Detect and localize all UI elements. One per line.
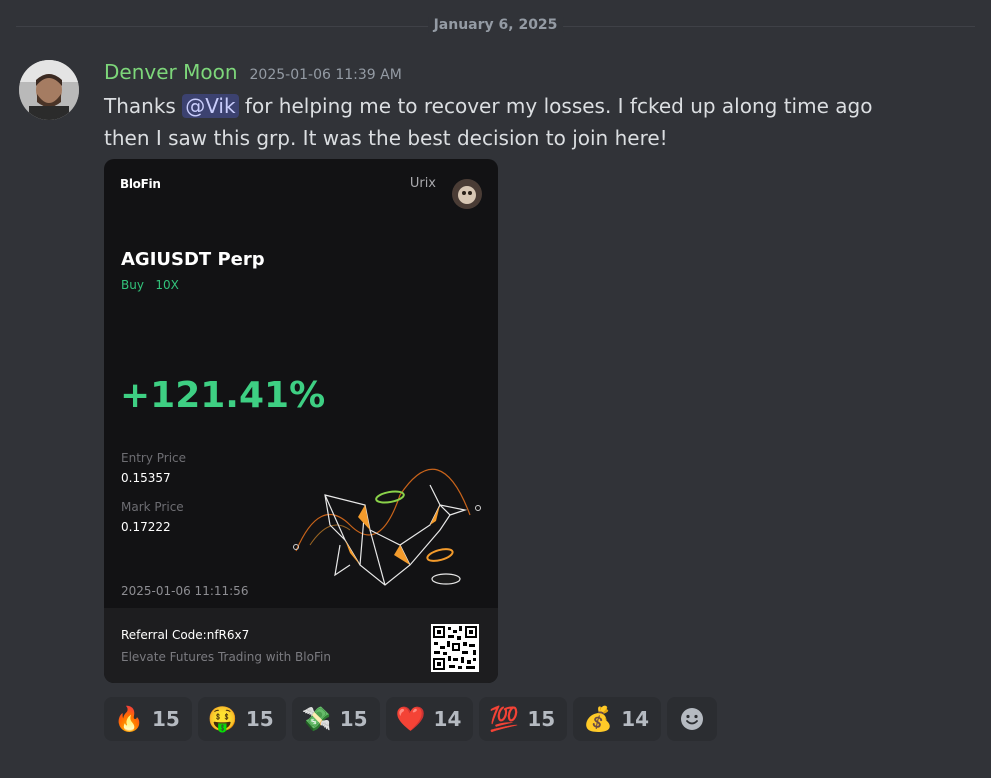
- qr-code: [431, 624, 479, 672]
- reaction-money-bag[interactable]: 💰 14: [573, 697, 662, 741]
- fire-icon: 🔥: [114, 705, 144, 733]
- message-content: Thanks @Vik for helping me to recover my…: [104, 90, 904, 154]
- reaction-money-mouth[interactable]: 🤑 15: [197, 697, 286, 741]
- reaction-money-wings[interactable]: 💸 15: [291, 697, 380, 741]
- red-heart-icon: ❤️: [395, 705, 426, 733]
- message-text-before: Thanks: [104, 94, 183, 118]
- mark-price-label: Mark Price: [121, 500, 184, 514]
- reaction-count: 15: [245, 707, 274, 731]
- add-reaction-button[interactable]: [667, 697, 718, 741]
- reaction-fire[interactable]: 🔥 15: [104, 697, 192, 741]
- reactions-bar: 🔥 15 🤑 15 💸 15 ❤️ 14 💯 15 💰 14: [104, 697, 723, 741]
- message-timestamp: 2025-01-06 11:39 AM: [249, 67, 402, 83]
- money-bag-icon: 💰: [583, 705, 614, 733]
- money-with-wings-icon: 💸: [301, 705, 332, 733]
- reaction-heart[interactable]: ❤️ 14: [385, 697, 474, 741]
- reaction-count: 15: [152, 707, 180, 731]
- whale-illustration: [293, 468, 481, 586]
- trade-card-image[interactable]: BloFin Urix AGIUSDT Perp Buy 10X +121.41…: [104, 159, 498, 683]
- entry-price-value: 0.15357: [121, 471, 171, 485]
- card-avatar: [452, 179, 482, 209]
- reaction-count: 14: [433, 707, 462, 731]
- card-timestamp: 2025-01-06 11:11:56: [121, 584, 249, 598]
- date-divider-label: January 6, 2025: [427, 17, 564, 33]
- entry-price-label: Entry Price: [121, 451, 187, 465]
- reaction-count: 15: [527, 707, 556, 731]
- side-label: Buy: [121, 278, 144, 292]
- money-mouth-face-icon: 🤑: [207, 705, 238, 733]
- pnl-percentage: +121.41%: [120, 375, 326, 416]
- user-mention[interactable]: @Vik: [182, 94, 239, 118]
- brand-logo: BloFin: [120, 177, 161, 191]
- reaction-hundred[interactable]: 💯 15: [479, 697, 568, 741]
- leverage-label: 10X: [155, 278, 179, 292]
- trading-pair: AGIUSDT Perp: [121, 249, 265, 270]
- message-header: Denver Moon 2025-01-06 11:39 AM: [104, 60, 402, 88]
- position-side: Buy 10X: [121, 278, 179, 292]
- referral-code: Referral Code:nfR6x7: [121, 628, 250, 642]
- user-avatar[interactable]: [19, 60, 79, 120]
- reaction-count: 14: [621, 707, 650, 731]
- username[interactable]: Denver Moon: [104, 60, 238, 84]
- mark-price-value: 0.17222: [121, 520, 171, 534]
- card-tagline: Elevate Futures Trading with BloFin: [121, 650, 331, 664]
- hundred-points-icon: 💯: [489, 705, 520, 733]
- smiley-add-reaction-icon: [681, 708, 704, 730]
- reaction-count: 15: [339, 707, 368, 731]
- card-username: Urix: [409, 176, 436, 191]
